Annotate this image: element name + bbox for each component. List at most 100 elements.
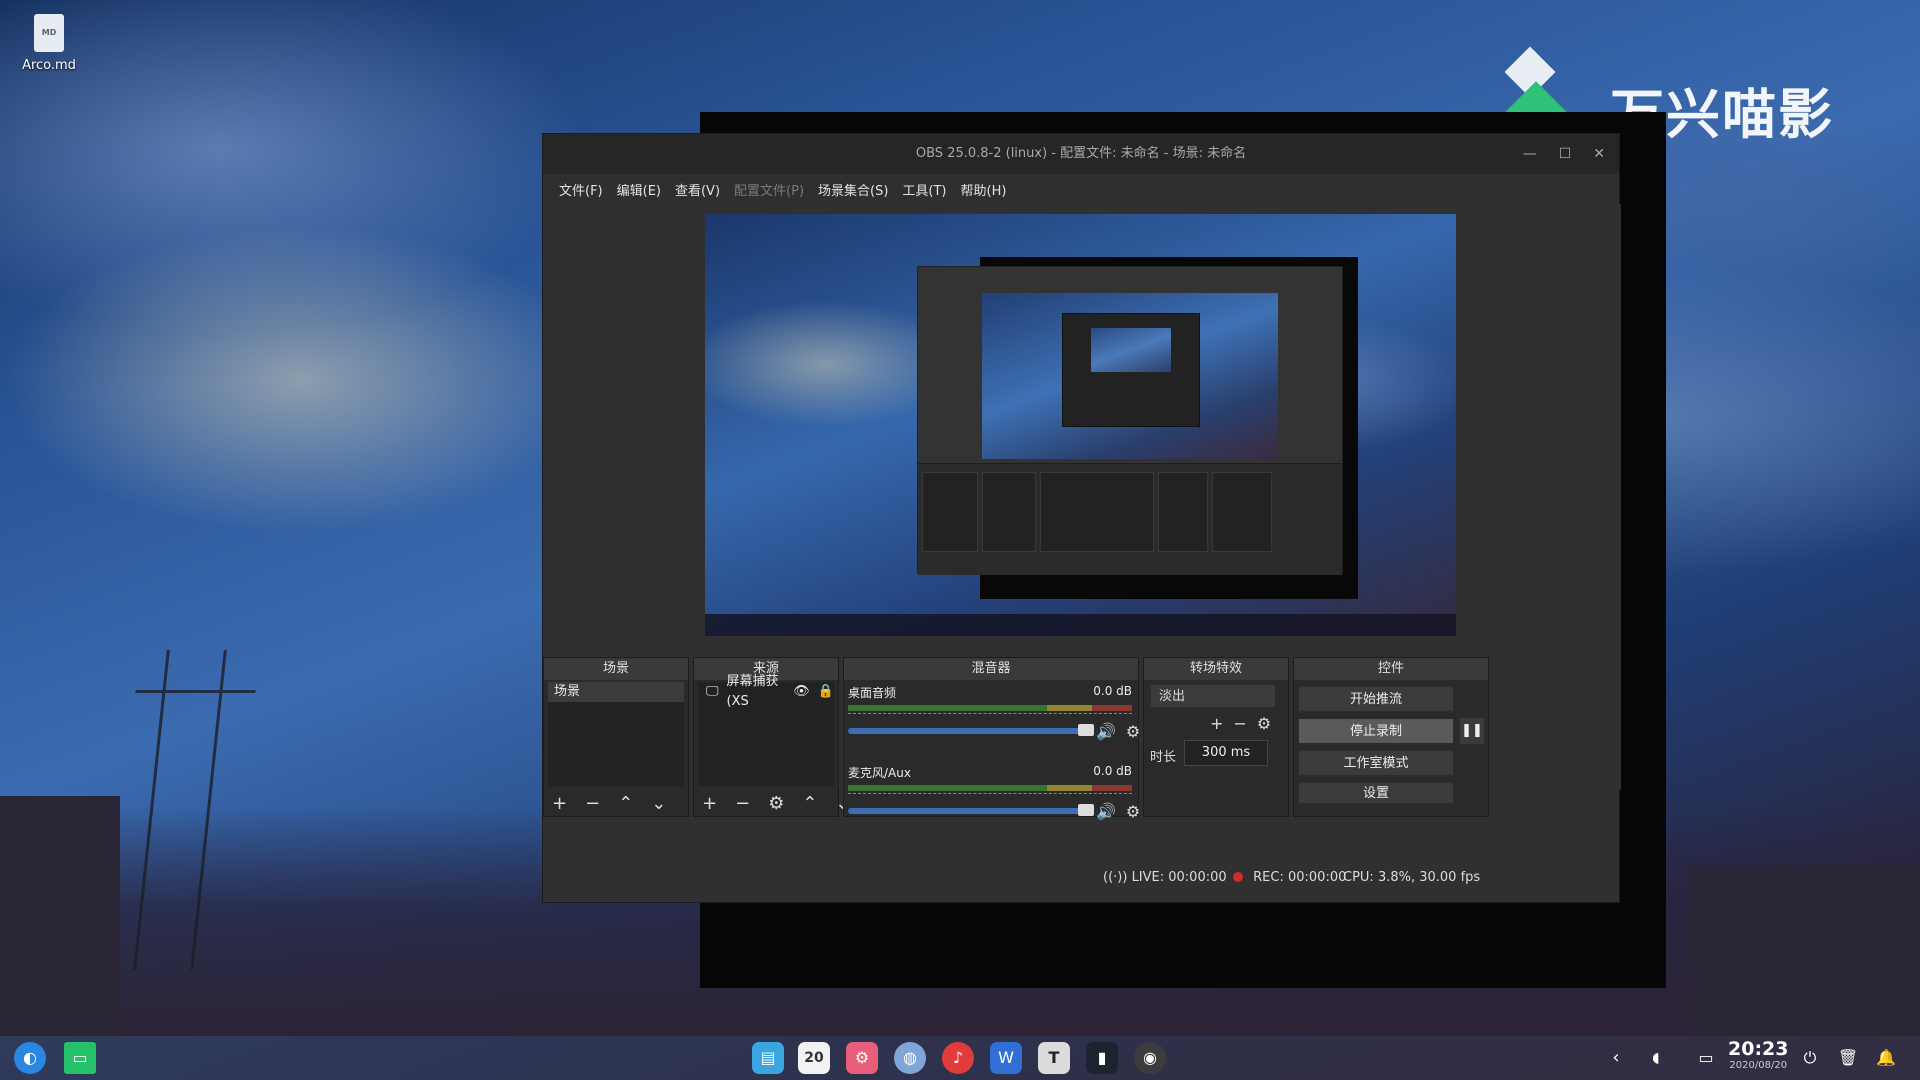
move-up-icon[interactable]: ⌃	[802, 793, 817, 814]
window-titlebar[interactable]: OBS 25.0.8-2 (linux) - 配置文件: 未命名 - 场景: 未…	[543, 134, 1619, 174]
input-method-icon[interactable]: ◖	[1640, 1042, 1672, 1074]
preview-nested-docks	[918, 463, 1342, 575]
meter-ticks	[848, 713, 1132, 723]
scenes-dock-title: 场景	[544, 658, 688, 680]
menu-scene-collection[interactable]: 场景集合(S)	[818, 180, 888, 199]
studio-mode-button[interactable]: 工作室模式	[1298, 750, 1454, 776]
clock[interactable]: 20:23 2020/08/20	[1728, 1038, 1788, 1071]
remove-source-icon[interactable]: −	[735, 793, 750, 814]
taskbar: ◐ ▭ ▤ 20 ⚙ ◍ ♪ W T ▮ ◉ ‹ ◖ ▭ 20:23 2020/…	[0, 1036, 1920, 1080]
minimize-icon[interactable]: —	[1523, 134, 1537, 174]
preview-nested-obs	[917, 266, 1343, 575]
notifications-tray-icon[interactable]: ▭	[1690, 1042, 1722, 1074]
meter-ticks	[848, 793, 1132, 803]
move-down-icon[interactable]: ⌄	[651, 793, 666, 814]
add-scene-icon[interactable]: +	[552, 793, 567, 814]
preview-nested-canvas-2	[1091, 328, 1171, 372]
list-item[interactable]: 🖵 屏幕捕获(XS 👁 🔒	[698, 674, 834, 709]
live-time: LIVE: 00:00:00	[1131, 870, 1227, 885]
browser-icon[interactable]: ◍	[894, 1042, 926, 1074]
desktop-file-icon[interactable]: MD Arco.md	[18, 14, 80, 73]
volume-slider[interactable]	[848, 808, 1088, 814]
volume-slider-handle[interactable]	[1078, 724, 1094, 736]
preview-nested-dock	[1158, 472, 1208, 552]
menu-view[interactable]: 查看(V)	[675, 180, 720, 199]
preview-nested-dock	[1040, 472, 1154, 552]
preview-nested-obs-2	[1062, 313, 1200, 427]
visibility-eye-icon[interactable]: 👁	[793, 682, 810, 702]
gear-icon[interactable]: ⚙	[1257, 714, 1271, 733]
gear-icon[interactable]: ⚙	[1126, 722, 1140, 741]
wallpaper-building	[1690, 866, 1920, 1036]
move-up-icon[interactable]: ⌃	[618, 793, 633, 814]
volume-slider-handle[interactable]	[1078, 804, 1094, 816]
text-editor-icon[interactable]: T	[1038, 1042, 1070, 1074]
list-item[interactable]: 场景	[548, 682, 684, 702]
bell-icon[interactable]: 🔔	[1870, 1042, 1902, 1074]
sources-toolbar: + − ⚙ ⌃ ⌄	[694, 790, 851, 816]
menu-file[interactable]: 文件(F)	[559, 180, 603, 199]
channel-name: 桌面音频	[848, 686, 897, 700]
desktop-switch-icon[interactable]: ▭	[64, 1042, 96, 1074]
menu-edit[interactable]: 编辑(E)	[617, 180, 661, 199]
menu-tools[interactable]: 工具(T)	[902, 180, 946, 199]
sources-list: 🖵 屏幕捕获(XS 👁 🔒	[698, 674, 834, 786]
gear-icon[interactable]: ⚙	[768, 793, 784, 814]
window-title: OBS 25.0.8-2 (linux) - 配置文件: 未命名 - 场景: 未…	[915, 146, 1247, 161]
scenes-toolbar: + − ⌃ ⌄	[544, 790, 688, 816]
record-dot-icon	[1233, 872, 1243, 882]
add-source-icon[interactable]: +	[702, 793, 717, 814]
gear-icon[interactable]: ⚙	[1126, 802, 1140, 821]
scenes-dock: 场景 场景 + − ⌃ ⌄	[543, 657, 689, 817]
music-player-icon[interactable]: ♪	[942, 1042, 974, 1074]
settings-gear-icon[interactable]: ⚙	[846, 1042, 878, 1074]
mixer-dock: 混音器 桌面音频 0.0 dB 🔊 ⚙ 麦克风/Aux 0.0 dB 🔊 ⚙	[843, 657, 1140, 821]
obs-window: OBS 25.0.8-2 (linux) - 配置文件: 未命名 - 场景: 未…	[542, 133, 1621, 903]
sources-dock: 来源 🖵 屏幕捕获(XS 👁 🔒 + − ⚙ ⌃ ⌄	[693, 657, 851, 817]
remove-scene-icon[interactable]: −	[585, 793, 600, 814]
channel-level: 0.0 dB	[1093, 684, 1132, 698]
live-status: ((·)) LIVE: 00:00:00	[1103, 870, 1227, 885]
start-streaming-button[interactable]: 开始推流	[1298, 686, 1454, 712]
obs-studio-icon[interactable]: ◉	[1134, 1042, 1166, 1074]
wallpaper-building	[0, 796, 120, 1036]
menu-help[interactable]: 帮助(H)	[961, 180, 1007, 199]
preview-nested-dock	[982, 472, 1036, 552]
transitions-dock: 转场特效 淡出 + − ⚙ 时长 300 ms	[1143, 657, 1289, 817]
terminal-icon[interactable]: ▮	[1086, 1042, 1118, 1074]
speaker-icon[interactable]: 🔊	[1096, 722, 1116, 741]
maximize-icon[interactable]: ☐	[1559, 134, 1572, 174]
preview-nested-dock	[1212, 472, 1272, 552]
status-bar: ((·)) LIVE: 00:00:00 REC: 00:00:00 CPU: …	[543, 856, 1619, 902]
duration-spinbox[interactable]: 300 ms	[1184, 740, 1268, 766]
close-icon[interactable]: ✕	[1593, 134, 1605, 174]
volume-meter	[848, 785, 1132, 791]
controls-dock-title: 控件	[1294, 658, 1488, 680]
launcher-icon[interactable]: ◐	[14, 1042, 46, 1074]
transition-select[interactable]: 淡出	[1150, 684, 1276, 708]
power-icon[interactable]: ⏻	[1794, 1042, 1826, 1074]
settings-button[interactable]: 设置	[1298, 782, 1454, 804]
preview-canvas[interactable]	[705, 214, 1456, 636]
volume-slider[interactable]	[848, 728, 1088, 734]
trash-icon[interactable]: 🗑	[1832, 1042, 1864, 1074]
speaker-icon[interactable]: 🔊	[1096, 802, 1116, 821]
remove-transition-icon[interactable]: −	[1233, 714, 1246, 733]
lock-icon[interactable]: 🔒	[818, 682, 834, 702]
clock-time: 20:23	[1728, 1038, 1789, 1060]
chevron-left-icon[interactable]: ‹	[1600, 1042, 1632, 1074]
calendar-icon[interactable]: 20	[798, 1042, 830, 1074]
source-label: 屏幕捕获(XS	[726, 674, 779, 709]
transitions-dock-title: 转场特效	[1144, 658, 1288, 680]
clock-date: 2020/08/20	[1729, 1060, 1788, 1071]
mixer-channel-desktop: 桌面音频 0.0 dB 🔊 ⚙	[848, 684, 1140, 744]
desktop-file-label: Arco.md	[22, 58, 76, 73]
menu-bar: 文件(F) 编辑(E) 查看(V) 配置文件(P) 场景集合(S) 工具(T) …	[543, 174, 1619, 204]
controls-dock: 控件 开始推流 停止录制 ❚❚ 工作室模式 设置	[1293, 657, 1489, 817]
wps-writer-icon[interactable]: W	[990, 1042, 1022, 1074]
stop-recording-button[interactable]: 停止录制	[1298, 718, 1454, 744]
pause-recording-button[interactable]: ❚❚	[1460, 718, 1484, 744]
add-transition-icon[interactable]: +	[1210, 714, 1223, 733]
mixer-dock-title: 混音器	[844, 658, 1138, 680]
file-manager-icon[interactable]: ▤	[752, 1042, 784, 1074]
